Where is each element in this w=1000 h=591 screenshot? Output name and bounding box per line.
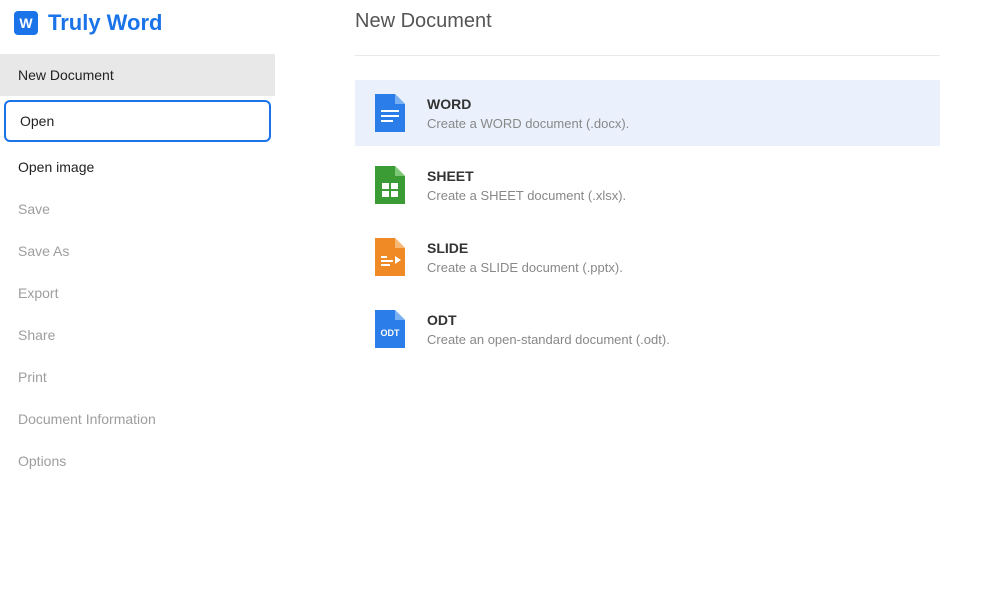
sidebar: W Truly Word New Document Open Open imag… bbox=[0, 0, 275, 591]
sidebar-item-export[interactable]: Export bbox=[0, 272, 275, 314]
sidebar-item-label: Save As bbox=[18, 243, 69, 259]
doc-option-text: SHEET Create a SHEET document (.xlsx). bbox=[427, 168, 626, 203]
app-logo-glyph: W bbox=[19, 15, 32, 31]
sidebar-item-label: New Document bbox=[18, 67, 114, 83]
doc-option-title: SHEET bbox=[427, 168, 626, 184]
sidebar-item-share[interactable]: Share bbox=[0, 314, 275, 356]
sidebar-item-options[interactable]: Options bbox=[0, 440, 275, 482]
doc-option-text: SLIDE Create a SLIDE document (.pptx). bbox=[427, 240, 623, 275]
brand: W Truly Word bbox=[0, 0, 275, 54]
doc-option-title: SLIDE bbox=[427, 240, 623, 256]
odt-file-icon: ODT bbox=[375, 310, 405, 348]
sidebar-item-label: Print bbox=[18, 369, 47, 385]
page-title: New Document bbox=[355, 10, 940, 56]
new-doc-option-word[interactable]: WORD Create a WORD document (.docx). bbox=[355, 80, 940, 146]
sidebar-item-save[interactable]: Save bbox=[0, 188, 275, 230]
doc-option-desc: Create a WORD document (.docx). bbox=[427, 116, 629, 131]
new-doc-option-odt[interactable]: ODT ODT Create an open-standard document… bbox=[355, 296, 940, 362]
app-root: W Truly Word New Document Open Open imag… bbox=[0, 0, 1000, 591]
sidebar-item-label: Save bbox=[18, 201, 50, 217]
sidebar-item-label: Open bbox=[20, 113, 54, 129]
sidebar-item-new-document[interactable]: New Document bbox=[0, 54, 275, 96]
sidebar-item-label: Share bbox=[18, 327, 55, 343]
app-title: Truly Word bbox=[48, 10, 163, 36]
doc-option-desc: Create a SLIDE document (.pptx). bbox=[427, 260, 623, 275]
sidebar-item-document-information[interactable]: Document Information bbox=[0, 398, 275, 440]
svg-text:ODT: ODT bbox=[381, 328, 401, 338]
sidebar-item-save-as[interactable]: Save As bbox=[0, 230, 275, 272]
sidebar-item-open-image[interactable]: Open image bbox=[0, 146, 275, 188]
main-panel: New Document WORD Create a WORD document… bbox=[275, 0, 1000, 591]
slide-file-icon bbox=[375, 238, 405, 276]
doc-option-desc: Create a SHEET document (.xlsx). bbox=[427, 188, 626, 203]
new-doc-option-sheet[interactable]: SHEET Create a SHEET document (.xlsx). bbox=[355, 152, 940, 218]
sidebar-item-print[interactable]: Print bbox=[0, 356, 275, 398]
sidebar-item-label: Export bbox=[18, 285, 58, 301]
doc-option-title: ODT bbox=[427, 312, 670, 328]
sidebar-item-label: Document Information bbox=[18, 411, 156, 427]
doc-option-title: WORD bbox=[427, 96, 629, 112]
doc-option-text: ODT Create an open-standard document (.o… bbox=[427, 312, 670, 347]
doc-option-text: WORD Create a WORD document (.docx). bbox=[427, 96, 629, 131]
new-doc-option-slide[interactable]: SLIDE Create a SLIDE document (.pptx). bbox=[355, 224, 940, 290]
sidebar-item-label: Open image bbox=[18, 159, 94, 175]
word-file-icon bbox=[375, 94, 405, 132]
doc-option-desc: Create an open-standard document (.odt). bbox=[427, 332, 670, 347]
sidebar-item-label: Options bbox=[18, 453, 66, 469]
sheet-file-icon bbox=[375, 166, 405, 204]
sidebar-item-open[interactable]: Open bbox=[4, 100, 271, 142]
app-logo-icon: W bbox=[14, 11, 38, 35]
